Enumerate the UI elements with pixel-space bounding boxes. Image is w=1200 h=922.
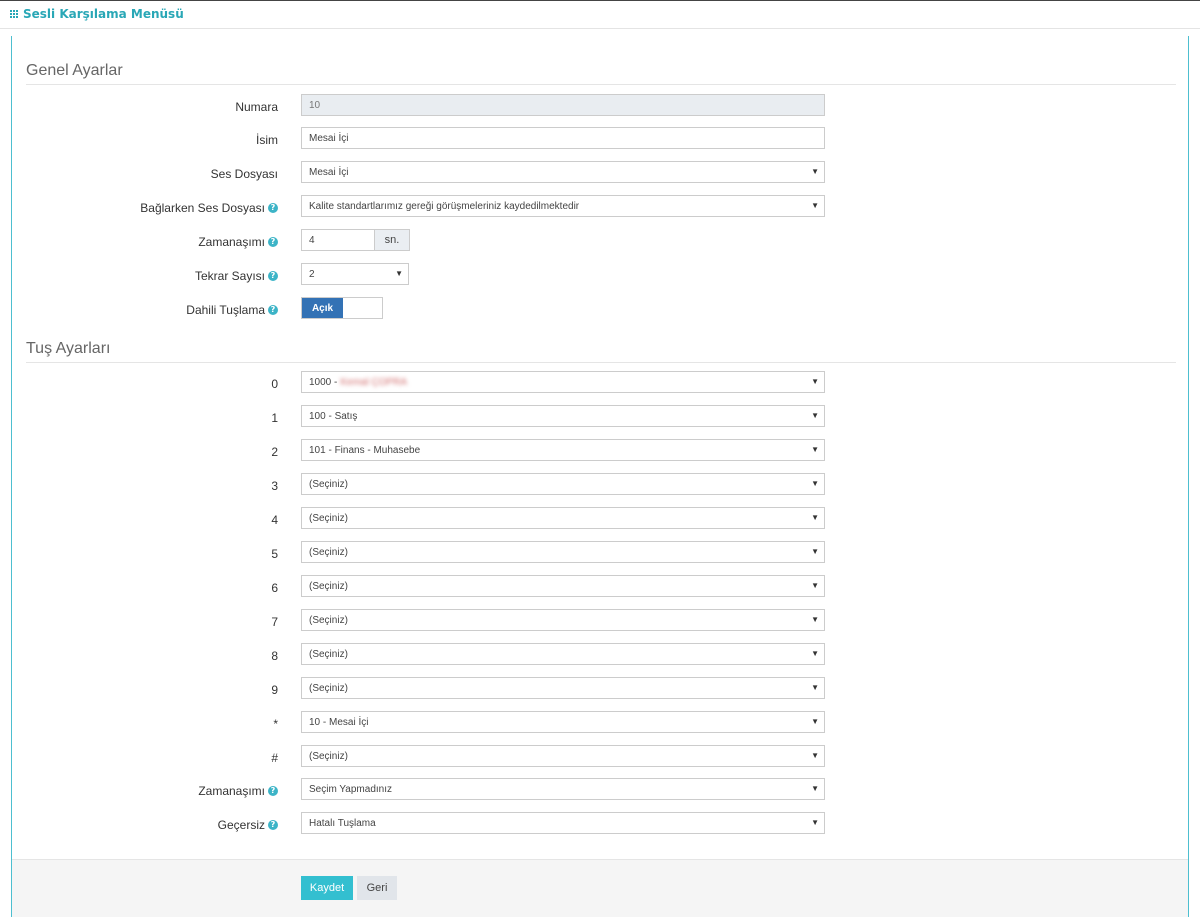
- form-footer: Kaydet Geri: [12, 859, 1188, 917]
- caret-down-icon: ▼: [811, 683, 819, 692]
- caret-down-icon: ▼: [811, 377, 819, 386]
- key-select[interactable]: 10 - Mesai İçi ▼: [301, 711, 825, 733]
- page-title: Sesli Karşılama Menüsü: [10, 7, 184, 21]
- internal-dial-label: Dahili Tuşlama?: [186, 303, 278, 317]
- section-divider: [26, 362, 1176, 363]
- connect-audio-select[interactable]: Kalite standartlarımız gereği görüşmeler…: [301, 195, 825, 217]
- caret-down-icon: ▼: [811, 411, 819, 420]
- internal-dial-toggle[interactable]: Açık: [301, 297, 383, 319]
- timeout-input[interactable]: 4: [301, 229, 375, 251]
- key-timeout-label: Zamanaşımı?: [198, 784, 278, 798]
- caret-down-icon: ▼: [811, 167, 819, 176]
- toggle-off-area: [343, 298, 382, 318]
- caret-down-icon: ▼: [811, 445, 819, 454]
- key-label: 4: [271, 513, 278, 527]
- key-select[interactable]: (Seçiniz) ▼: [301, 677, 825, 699]
- caret-down-icon: ▼: [811, 547, 819, 556]
- key-label: 0: [271, 377, 278, 391]
- repeat-select[interactable]: 2 ▼: [301, 263, 409, 285]
- caret-down-icon: ▼: [811, 479, 819, 488]
- save-button[interactable]: Kaydet: [301, 876, 353, 900]
- key-label: 6: [271, 581, 278, 595]
- key-label: 8: [271, 649, 278, 663]
- audio-file-select[interactable]: Mesai İçi ▼: [301, 161, 825, 183]
- key-label: 2: [271, 445, 278, 459]
- key-timeout-select[interactable]: Seçim Yapmadınız ▼: [301, 778, 825, 800]
- invalid-select[interactable]: Hatalı Tuşlama ▼: [301, 812, 825, 834]
- form-card: Genel Ayarlar Numara 10 İsim Mesai İçi S…: [11, 36, 1189, 917]
- caret-down-icon: ▼: [811, 649, 819, 658]
- key-select[interactable]: (Seçiniz) ▼: [301, 643, 825, 665]
- caret-down-icon: ▼: [811, 615, 819, 624]
- timeout-unit: sn.: [374, 229, 410, 251]
- caret-down-icon: ▼: [811, 581, 819, 590]
- grid-icon: [10, 10, 18, 18]
- back-button[interactable]: Geri: [357, 876, 397, 900]
- key-select[interactable]: 1000 - Kemal ÇOPRA ▼: [301, 371, 825, 393]
- connect-audio-label: Bağlarken Ses Dosyası?: [140, 201, 278, 215]
- key-select[interactable]: (Seçiniz) ▼: [301, 575, 825, 597]
- top-bar: Sesli Karşılama Menüsü: [0, 0, 1200, 29]
- key-label: #: [271, 751, 278, 765]
- key-label: 1: [271, 411, 278, 425]
- invalid-label: Geçersiz?: [218, 818, 278, 832]
- key-select[interactable]: (Seçiniz) ▼: [301, 473, 825, 495]
- help-icon[interactable]: ?: [268, 203, 278, 213]
- caret-down-icon: ▼: [811, 818, 819, 827]
- key-select[interactable]: 100 - Satış ▼: [301, 405, 825, 427]
- help-icon[interactable]: ?: [268, 305, 278, 315]
- audio-file-label: Ses Dosyası: [210, 167, 278, 181]
- general-section-title: Genel Ayarlar: [26, 62, 123, 79]
- toggle-on-label: Açık: [302, 298, 343, 318]
- help-icon[interactable]: ?: [268, 237, 278, 247]
- redacted-name: Kemal ÇOPRA: [340, 376, 408, 388]
- key-label: *: [273, 717, 278, 731]
- key-select[interactable]: (Seçiniz) ▼: [301, 541, 825, 563]
- key-label: 9: [271, 683, 278, 697]
- caret-down-icon: ▼: [811, 717, 819, 726]
- repeat-label: Tekrar Sayısı?: [195, 269, 278, 283]
- caret-down-icon: ▼: [811, 751, 819, 760]
- name-label: İsim: [256, 133, 278, 147]
- help-icon[interactable]: ?: [268, 786, 278, 796]
- caret-down-icon: ▼: [811, 201, 819, 210]
- help-icon[interactable]: ?: [268, 271, 278, 281]
- key-select[interactable]: (Seçiniz) ▼: [301, 609, 825, 631]
- key-label: 3: [271, 479, 278, 493]
- key-select[interactable]: (Seçiniz) ▼: [301, 745, 825, 767]
- help-icon[interactable]: ?: [268, 820, 278, 830]
- section-divider: [26, 84, 1176, 85]
- key-label: 7: [271, 615, 278, 629]
- keys-section-title: Tuş Ayarları: [26, 340, 111, 357]
- caret-down-icon: ▼: [811, 513, 819, 522]
- caret-down-icon: ▼: [811, 784, 819, 793]
- page-title-text: Sesli Karşılama Menüsü: [23, 7, 184, 21]
- key-select[interactable]: (Seçiniz) ▼: [301, 507, 825, 529]
- key-select[interactable]: 101 - Finans - Muhasebe ▼: [301, 439, 825, 461]
- name-input[interactable]: Mesai İçi: [301, 127, 825, 149]
- caret-down-icon: ▼: [395, 269, 403, 278]
- number-field: 10: [301, 94, 825, 116]
- number-label: Numara: [235, 100, 278, 114]
- timeout-label: Zamanaşımı?: [198, 235, 278, 249]
- key-label: 5: [271, 547, 278, 561]
